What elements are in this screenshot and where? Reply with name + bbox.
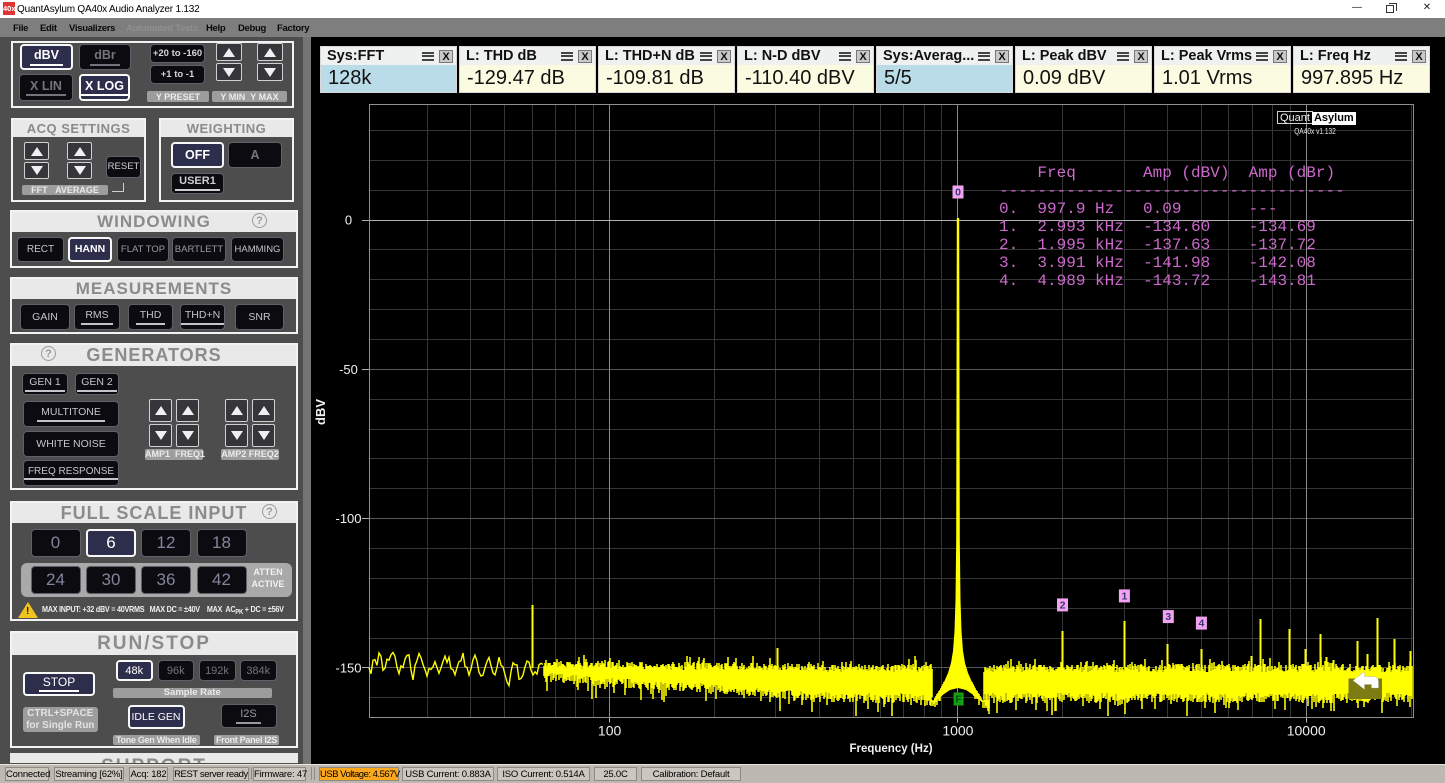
svg-text:1: 1: [1121, 590, 1127, 602]
svg-text:100: 100: [598, 723, 622, 739]
svg-text:0: 0: [345, 213, 352, 228]
svg-text:3: 3: [1165, 611, 1171, 623]
svg-text:1000: 1000: [942, 723, 973, 739]
svg-text:F: F: [955, 694, 962, 706]
svg-text:10000: 10000: [1287, 723, 1326, 739]
svg-text:-100: -100: [335, 511, 361, 526]
svg-text:0: 0: [955, 187, 961, 199]
svg-text:dBV: dBV: [313, 399, 328, 425]
svg-text:-50: -50: [339, 362, 358, 377]
svg-text:Frequency (Hz): Frequency (Hz): [849, 743, 932, 755]
svg-text:4: 4: [1198, 618, 1204, 630]
svg-text:2: 2: [1060, 599, 1066, 611]
svg-text:-150: -150: [335, 660, 361, 675]
